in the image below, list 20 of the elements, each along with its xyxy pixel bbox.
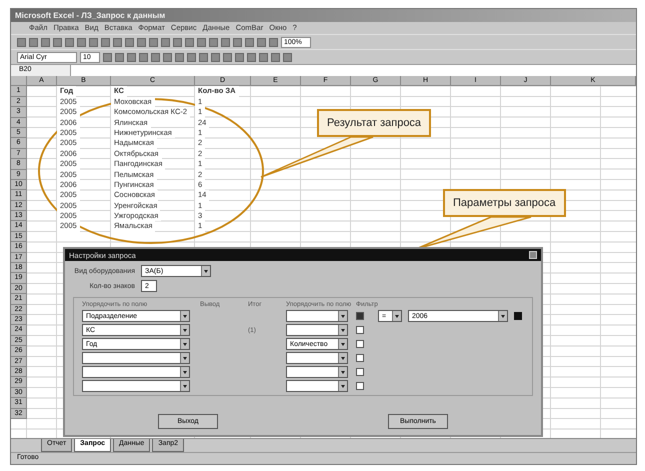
dropdown[interactable] [286, 324, 348, 336]
dropdown[interactable] [286, 366, 348, 378]
checkbox[interactable] [356, 326, 364, 334]
dropdown[interactable] [82, 366, 190, 378]
dropdown[interactable] [286, 352, 348, 364]
checkbox[interactable] [356, 312, 364, 320]
checkbox[interactable] [356, 354, 364, 362]
checkbox[interactable] [356, 382, 364, 390]
callout-label: Результат запроса [317, 109, 432, 137]
color-swatch[interactable] [514, 312, 522, 320]
checkbox[interactable] [356, 340, 364, 348]
checkbox[interactable] [356, 368, 364, 376]
dropdown[interactable] [82, 352, 190, 364]
callout-label: Параметры запроса [443, 189, 566, 217]
close-icon[interactable] [529, 251, 537, 259]
dropdown[interactable] [286, 380, 348, 392]
select-all-button[interactable] [11, 76, 27, 86]
window-title: Microsoft Excel - ЛЗ_Запрос к данным [11, 9, 636, 22]
dropdown[interactable] [286, 310, 348, 322]
dropdown[interactable] [82, 380, 190, 392]
